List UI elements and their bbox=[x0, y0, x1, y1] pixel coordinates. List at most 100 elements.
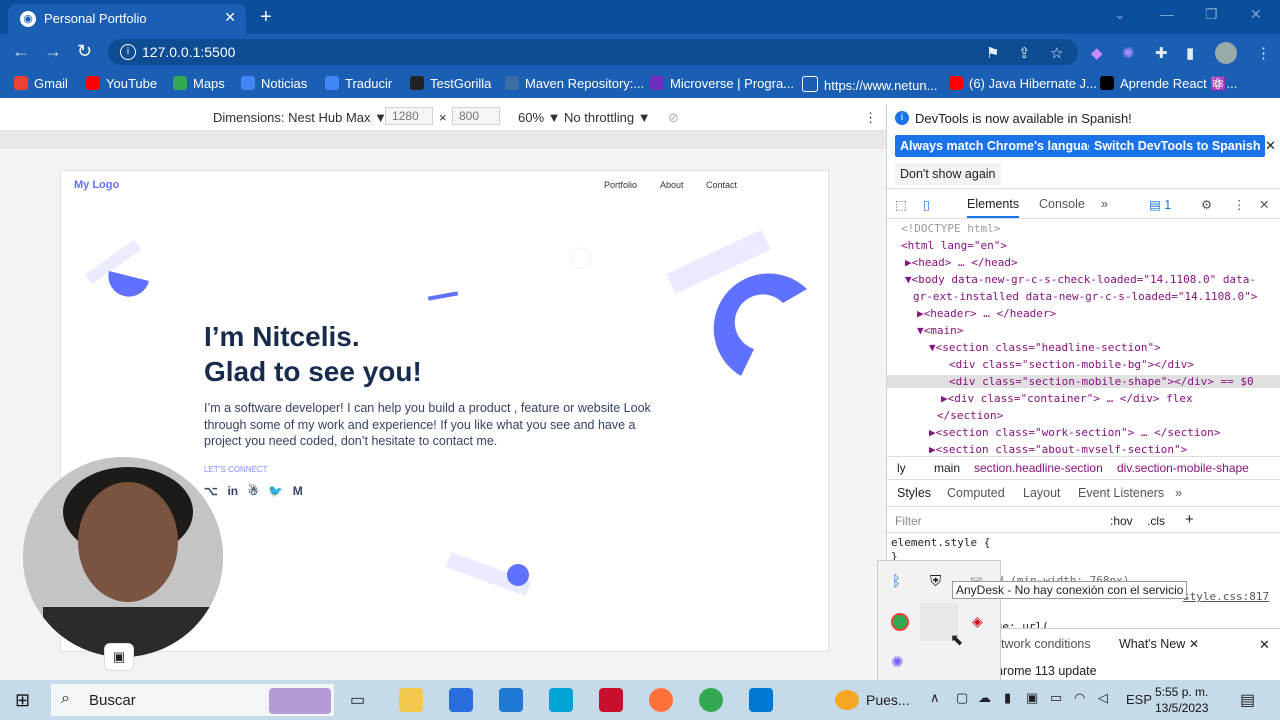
notification-icon[interactable]: ▤ bbox=[1240, 690, 1255, 710]
bookmark-react[interactable]: Aprende React ⚛️... bbox=[1100, 76, 1237, 92]
restore-icon[interactable]: ❐ bbox=[1205, 6, 1218, 23]
chrome-tray-icon[interactable] bbox=[891, 613, 909, 631]
dont-show-again-button[interactable]: Don't show again bbox=[895, 163, 1001, 185]
issues-badge[interactable]: ▤ 1 bbox=[1149, 197, 1171, 212]
dom-line[interactable]: <!DOCTYPE html> bbox=[901, 222, 1000, 235]
menu-icon[interactable]: ⋮ bbox=[1256, 44, 1271, 62]
tray-app-icon[interactable]: ▢ bbox=[956, 690, 968, 706]
minimize-icon[interactable]: — bbox=[1160, 6, 1174, 22]
browser-tab[interactable]: ◉ Personal Portfolio ✕ bbox=[8, 4, 246, 34]
puzzle-icon[interactable]: ✚ bbox=[1155, 44, 1168, 62]
volume-icon[interactable]: ◁ bbox=[1098, 690, 1108, 706]
chevron-up-icon[interactable]: ∧ bbox=[930, 690, 940, 706]
always-match-language-button[interactable]: Always match Chrome's language bbox=[895, 135, 1108, 157]
dom-line-selected[interactable]: <div class="section-mobile-shape"></div>… bbox=[887, 375, 1280, 388]
dom-line[interactable]: ▶<header> … </header> bbox=[917, 307, 1056, 320]
github-icon[interactable]: ⌥ bbox=[204, 484, 218, 498]
extension-flower-icon[interactable]: ✺ bbox=[1122, 44, 1135, 62]
crumb-section[interactable]: section.headline-section bbox=[974, 461, 1103, 475]
bookmark-testgorilla[interactable]: TestGorilla bbox=[410, 76, 491, 91]
dom-line[interactable]: ▼<body data-new-gr-c-s-check-loaded="14.… bbox=[905, 273, 1256, 286]
weather-text[interactable]: Pues... bbox=[866, 692, 910, 708]
webcam-toggle-button[interactable]: ▣ bbox=[104, 643, 134, 671]
l-app-icon[interactable] bbox=[549, 688, 573, 712]
devtools-menu-icon[interactable]: ⋮ bbox=[1233, 197, 1246, 212]
flower-app-icon[interactable]: ✺ bbox=[891, 653, 904, 671]
bookmark-maven[interactable]: Maven Repository:... bbox=[505, 76, 644, 91]
windows-start-icon[interactable]: ⊞ bbox=[15, 690, 30, 711]
dom-line[interactable]: ▶<section class="work-section"> … </sect… bbox=[929, 426, 1220, 439]
forward-icon[interactable]: → bbox=[44, 41, 62, 62]
width-input[interactable] bbox=[385, 107, 433, 125]
close-infobar-icon[interactable]: ✕ bbox=[1265, 138, 1276, 154]
crumb-body[interactable]: ly bbox=[897, 461, 906, 475]
store-icon[interactable] bbox=[449, 688, 473, 712]
bluetooth-icon[interactable]: ᛒ bbox=[892, 573, 901, 590]
bookmark-noticias[interactable]: Noticias bbox=[241, 76, 307, 91]
dimensions-select[interactable]: Dimensions: Nest Hub Max ▼ bbox=[213, 110, 387, 125]
dom-line[interactable]: ▶<div class="container"> … </div> flex bbox=[941, 392, 1193, 405]
tab-styles[interactable]: Styles bbox=[897, 486, 931, 500]
device-mode-icon[interactable]: ▯ bbox=[923, 197, 930, 212]
twitter-icon[interactable]: 🐦 bbox=[268, 484, 283, 498]
more-styles-tabs-icon[interactable]: » bbox=[1175, 486, 1182, 500]
style-rule-selector[interactable]: element.style { bbox=[891, 536, 990, 549]
crumb-div[interactable]: div.section-mobile-shape bbox=[1117, 461, 1249, 475]
styles-filter-input[interactable]: Filter bbox=[895, 514, 922, 528]
taskbar-search[interactable]: ⌕ Buscar bbox=[50, 683, 335, 717]
linkedin-icon[interactable]: in bbox=[227, 484, 238, 498]
profile-avatar[interactable] bbox=[1215, 42, 1237, 64]
bookmark-traducir[interactable]: Traducir bbox=[325, 76, 392, 91]
extension-icon[interactable]: ◆ bbox=[1091, 44, 1103, 62]
bookmark-netun[interactable]: https://www.netun... bbox=[802, 76, 937, 93]
throttling-select[interactable]: No throttling ▼ bbox=[564, 110, 651, 125]
more-options-icon[interactable]: ⋮ bbox=[864, 110, 877, 126]
battery-icon[interactable]: ▭ bbox=[1050, 690, 1062, 706]
info-icon[interactable]: i bbox=[120, 44, 136, 60]
security-shield-icon[interactable]: ⛨ bbox=[930, 573, 941, 590]
clock[interactable]: 5:55 p. m. 13/5/2023 bbox=[1155, 684, 1208, 716]
anydesk-icon[interactable]: ◈ bbox=[972, 613, 983, 630]
bookmark-microverse[interactable]: Microverse | Progra... bbox=[650, 76, 794, 91]
close-drawer-icon[interactable]: ✕ bbox=[1259, 637, 1270, 653]
language-indicator[interactable]: ESP bbox=[1126, 692, 1152, 707]
onedrive-icon[interactable]: ☁ bbox=[978, 690, 991, 706]
translate-icon[interactable]: ⚑ bbox=[986, 44, 999, 62]
dom-line[interactable]: ▼<main> bbox=[917, 324, 963, 337]
firefox-icon[interactable] bbox=[649, 688, 673, 712]
switch-to-spanish-button[interactable]: Switch DevTools to Spanish bbox=[1089, 135, 1266, 157]
height-input[interactable] bbox=[452, 107, 500, 125]
angellist-icon[interactable]: ☃ bbox=[248, 484, 259, 498]
more-tabs-icon[interactable]: » bbox=[1101, 197, 1108, 211]
address-bar[interactable]: i 127.0.0.1:5500 bbox=[108, 39, 1078, 65]
close-devtools-icon[interactable]: ✕ bbox=[1259, 197, 1269, 212]
weather-icon[interactable] bbox=[835, 690, 859, 710]
bookmark-maps[interactable]: Maps bbox=[173, 76, 225, 91]
dom-line[interactable]: gr-ext-installed data-new-gr-c-s-loaded=… bbox=[913, 290, 1257, 303]
tab-console[interactable]: Console bbox=[1039, 197, 1085, 211]
dom-line[interactable]: ▶<head> … </head> bbox=[905, 256, 1018, 269]
dom-line[interactable]: ▶<section class="about-myself-section"> bbox=[929, 443, 1187, 453]
bookmark-java-hibernate[interactable]: (6) Java Hibernate J... bbox=[949, 76, 1097, 91]
add-rule-icon[interactable]: + bbox=[1185, 511, 1194, 528]
tab-computed[interactable]: Computed bbox=[947, 486, 1005, 500]
url-text[interactable]: 127.0.0.1:5500 bbox=[142, 44, 235, 60]
back-icon[interactable]: ← bbox=[12, 41, 30, 62]
close-tab-icon[interactable]: ✕ bbox=[224, 9, 236, 26]
bookmark-gmail[interactable]: Gmail bbox=[14, 76, 68, 91]
reload-icon[interactable]: ↻ bbox=[77, 41, 92, 62]
display-icon[interactable]: ▣ bbox=[1026, 690, 1038, 706]
crumb-main[interactable]: main bbox=[934, 461, 960, 475]
vscode-icon[interactable] bbox=[749, 688, 773, 712]
dom-line[interactable]: ▼<section class="headline-section"> bbox=[929, 341, 1161, 354]
chrome-taskbar-icon[interactable] bbox=[699, 688, 723, 712]
close-window-icon[interactable]: ✕ bbox=[1250, 6, 1262, 23]
bookmark-youtube[interactable]: YouTube bbox=[86, 76, 157, 91]
new-tab-button[interactable]: + bbox=[260, 6, 272, 29]
rotate-icon[interactable]: ⊘ bbox=[668, 110, 679, 126]
tab-elements[interactable]: Elements bbox=[967, 197, 1020, 218]
hov-toggle[interactable]: :hov bbox=[1110, 514, 1133, 528]
tab-whats-new[interactable]: What's New bbox=[1119, 637, 1185, 651]
inspect-icon[interactable]: ⬚ bbox=[895, 197, 907, 212]
dom-line[interactable]: </section> bbox=[937, 409, 1003, 422]
